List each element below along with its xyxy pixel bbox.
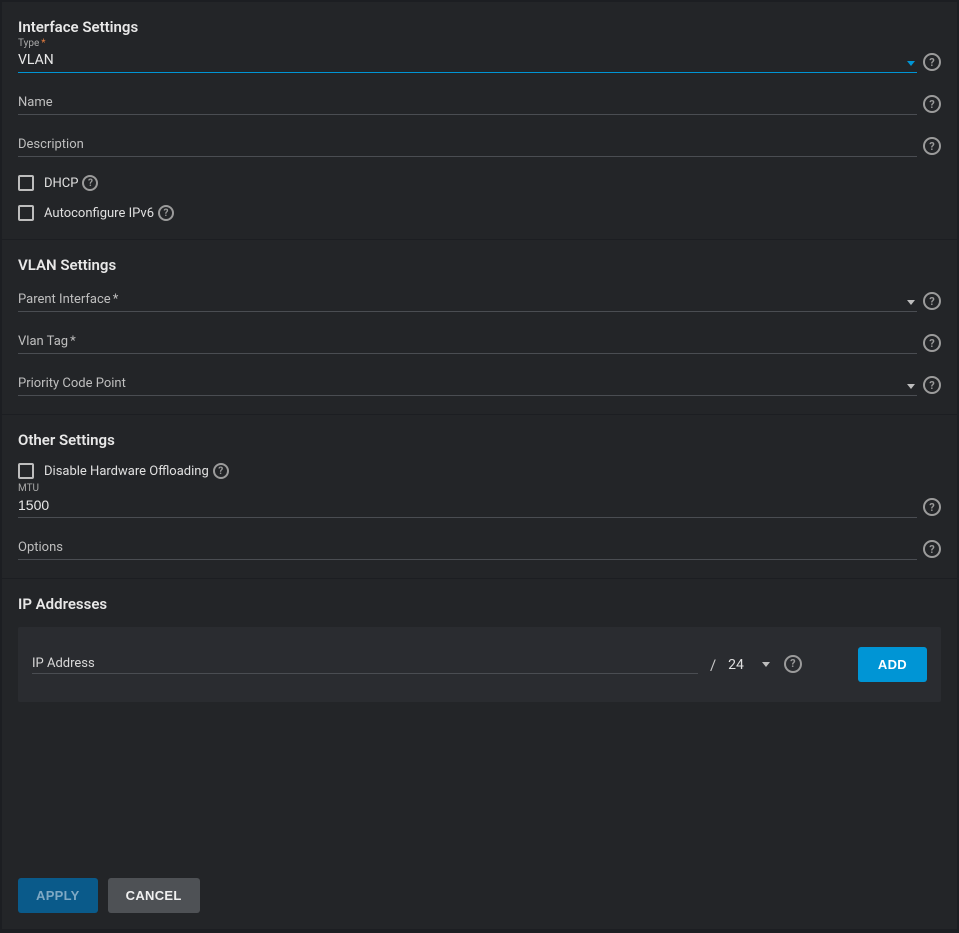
- help-icon[interactable]: ?: [923, 95, 941, 113]
- vlan-tag-label: Vlan Tag*: [18, 330, 917, 351]
- other-settings-section: Other Settings Disable Hardware Offloadi…: [2, 415, 957, 579]
- dhcp-checkbox[interactable]: [18, 175, 34, 191]
- ip-addresses-section: IP Addresses IP Address / 24 ? ADD: [2, 579, 957, 720]
- autoconfigure-ipv6-label: Autoconfigure IPv6 ?: [44, 205, 174, 221]
- interface-settings-section: Interface Settings Type* VLAN ? Name: [2, 2, 957, 240]
- dhcp-label: DHCP ?: [44, 175, 98, 191]
- help-icon[interactable]: ?: [784, 655, 802, 673]
- apply-button[interactable]: APPLY: [18, 878, 98, 913]
- mtu-label: MTU: [18, 483, 39, 494]
- add-button[interactable]: ADD: [858, 647, 927, 682]
- ip-address-input[interactable]: IP Address: [32, 656, 698, 674]
- type-label: Type*: [18, 38, 46, 49]
- options-label: Options: [18, 536, 917, 557]
- mtu-input[interactable]: MTU: [18, 495, 917, 518]
- chevron-down-icon: [762, 662, 770, 667]
- vlan-tag-input[interactable]: Vlan Tag*: [18, 330, 917, 354]
- vlan-settings-section: VLAN Settings Parent Interface* ? Vlan T…: [2, 240, 957, 415]
- priority-code-point-label: Priority Code Point: [18, 372, 917, 393]
- options-input[interactable]: Options: [18, 536, 917, 560]
- help-icon[interactable]: ?: [923, 376, 941, 394]
- help-icon[interactable]: ?: [923, 137, 941, 155]
- other-settings-title: Other Settings: [18, 431, 941, 449]
- ip-address-label: IP Address: [32, 656, 95, 671]
- help-icon[interactable]: ?: [923, 334, 941, 352]
- help-icon[interactable]: ?: [82, 175, 98, 191]
- help-icon[interactable]: ?: [923, 498, 941, 516]
- ip-address-row: IP Address / 24 ? ADD: [18, 627, 941, 702]
- mtu-value[interactable]: [18, 495, 917, 515]
- type-value: VLAN: [18, 50, 917, 70]
- help-icon[interactable]: ?: [158, 205, 174, 221]
- chevron-down-icon: [907, 61, 915, 66]
- disable-hardware-offloading-label: Disable Hardware Offloading ?: [44, 463, 229, 479]
- cidr-slash: /: [708, 656, 718, 674]
- ip-addresses-title: IP Addresses: [18, 595, 941, 613]
- parent-interface-label: Parent Interface*: [18, 288, 917, 309]
- cancel-button[interactable]: CANCEL: [108, 878, 200, 913]
- vlan-settings-title: VLAN Settings: [18, 256, 941, 274]
- help-icon[interactable]: ?: [923, 292, 941, 310]
- name-input-wrap[interactable]: Name: [18, 91, 917, 115]
- interface-settings-title: Interface Settings: [18, 18, 941, 36]
- description-input-wrap[interactable]: Description: [18, 133, 917, 157]
- chevron-down-icon: [907, 384, 915, 389]
- disable-hardware-offloading-checkbox[interactable]: [18, 463, 34, 479]
- name-label: Name: [18, 91, 917, 112]
- parent-interface-select[interactable]: Parent Interface*: [18, 288, 917, 312]
- description-label: Description: [18, 133, 917, 154]
- type-select[interactable]: Type* VLAN: [18, 50, 917, 73]
- chevron-down-icon: [907, 300, 915, 305]
- cidr-value: 24: [728, 657, 744, 673]
- autoconfigure-ipv6-checkbox[interactable]: [18, 205, 34, 221]
- help-icon[interactable]: ?: [923, 540, 941, 558]
- cidr-select[interactable]: 24: [728, 657, 774, 673]
- footer-actions: APPLY CANCEL: [2, 862, 957, 929]
- help-icon[interactable]: ?: [213, 463, 229, 479]
- help-icon[interactable]: ?: [923, 53, 941, 71]
- priority-code-point-select[interactable]: Priority Code Point: [18, 372, 917, 396]
